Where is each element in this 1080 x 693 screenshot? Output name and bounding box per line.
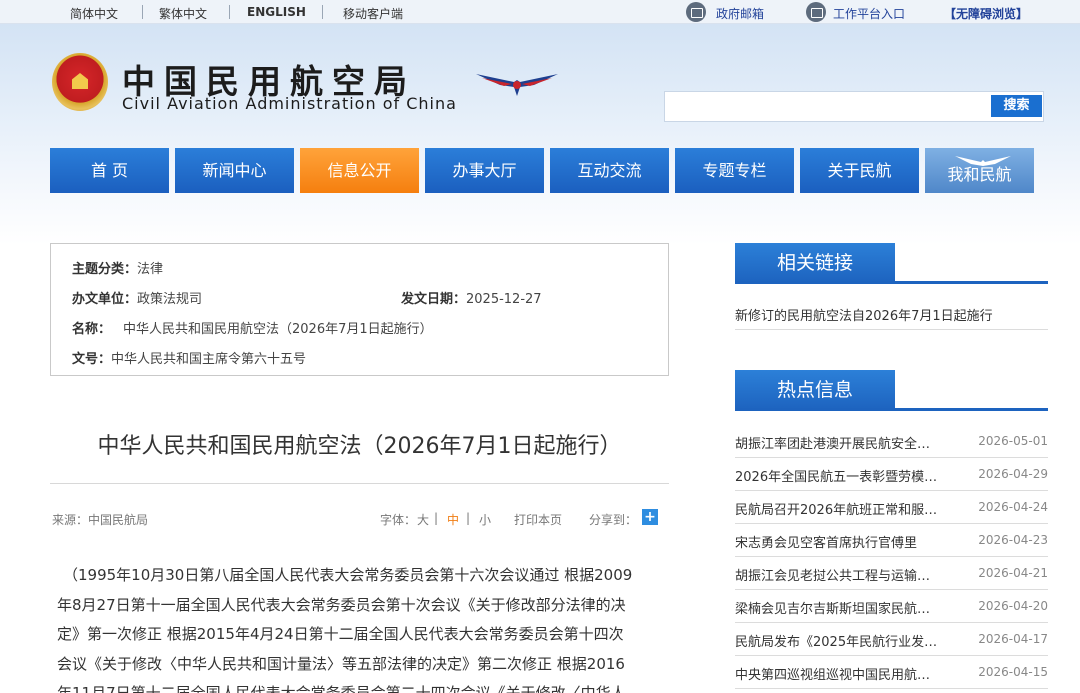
mail-icon[interactable] — [686, 2, 706, 22]
caac-wings-logo — [476, 74, 558, 96]
font-small-button[interactable]: 小 — [479, 511, 491, 528]
hot-info-title: 热点信息 — [735, 370, 895, 410]
lang-traditional[interactable]: 繁体中文 — [159, 5, 207, 22]
top-bar: 简体中文 繁体中文 ENGLISH 移动客户端 政府邮箱 工作平台入口 【无障碍… — [0, 0, 1080, 24]
article-title: 中华人民共和国民用航空法（2026年7月1日起施行） — [97, 434, 622, 459]
nav-info-disclosure[interactable]: 信息公开 — [300, 148, 419, 193]
nav-me-and-caac[interactable]: 我和民航 — [925, 148, 1034, 193]
name-row: 名称： 中华人民共和国民用航空法（2026年7月1日起施行） — [72, 322, 433, 337]
font-medium-button[interactable]: 中 — [447, 511, 459, 528]
hot-list-item[interactable]: 宋志勇会见空客首席执行官傅里 2026-04-23 — [735, 524, 1048, 557]
divider — [142, 5, 143, 19]
date-row: 发文日期：2025-12-27 — [401, 292, 542, 307]
wings-icon — [955, 156, 1011, 166]
lang-simplified[interactable]: 简体中文 — [70, 5, 118, 22]
work-platform-link[interactable]: 工作平台入口 — [833, 5, 905, 22]
hot-list-item[interactable]: 2026年全国民航五一表彰暨劳模… 2026-04-29 — [735, 458, 1048, 491]
docno-row: 文号：中华人民共和国主席令第六十五号 — [72, 352, 307, 367]
mobile-client-link[interactable]: 移动客户端 — [343, 5, 403, 22]
national-emblem-icon — [52, 53, 108, 111]
divider — [50, 483, 669, 484]
gov-mail-link[interactable]: 政府邮箱 — [716, 5, 764, 22]
nav-special-topics[interactable]: 专题专栏 — [675, 148, 794, 193]
hot-list-item[interactable]: 胡振江会见老挝公共工程与运输… 2026-04-21 — [735, 557, 1048, 590]
topic-row: 主题分类：法律 — [72, 262, 164, 277]
nav-home[interactable]: 首 页 — [50, 148, 169, 193]
body-line: 年11月7日第十二届全国人民代表大会常务委员会第二十四次会议《关于修改〈中华人 — [57, 684, 626, 693]
divider — [229, 5, 230, 19]
unit-row: 办文单位：政策法规司 — [72, 292, 203, 307]
share-plus-icon[interactable]: + — [642, 509, 658, 525]
divider — [735, 329, 1048, 330]
search-button[interactable]: 搜索 — [991, 95, 1042, 117]
hot-list-item[interactable]: 民航局召开2026年航班正常和服… 2026-04-24 — [735, 491, 1048, 524]
search-input[interactable] — [664, 91, 1044, 122]
site-name-en: Civil Aviation Administration of China — [122, 94, 457, 113]
related-link-item[interactable]: 新修订的民用航空法自2026年7月1日起施行 — [735, 305, 993, 324]
font-size-label: 字体： — [380, 513, 417, 527]
print-button[interactable]: 打印本页 — [514, 511, 562, 528]
nav-interaction[interactable]: 互动交流 — [550, 148, 669, 193]
document-info-box: 主题分类：法律 办文单位：政策法规司 发文日期：2025-12-27 名称： 中华… — [50, 243, 669, 376]
divider — [735, 281, 1048, 284]
nav-news[interactable]: 新闻中心 — [175, 148, 294, 193]
body-line: 年8月27日第十一届全国人民代表大会常务委员会第十次会议《关于修改部分法律的决 — [57, 595, 626, 614]
nav-service-hall[interactable]: 办事大厅 — [425, 148, 544, 193]
lang-english[interactable]: ENGLISH — [247, 5, 306, 19]
header-background — [0, 0, 1080, 245]
share-label: 分享到： — [589, 513, 638, 527]
body-line: 会议《关于修改〈中华人民共和国计量法〉等五部法律的决定》第二次修正 根据2016 — [57, 654, 625, 673]
related-links-title: 相关链接 — [735, 243, 895, 283]
divider — [322, 5, 323, 19]
divider — [735, 408, 1048, 411]
nav-about[interactable]: 关于民航 — [800, 148, 919, 193]
body-line: （1995年10月30日第八届全国人民代表大会常务委员会第十六次会议通过 根据2… — [63, 566, 633, 584]
article-body: （1995年10月30日第八届全国人民代表大会常务委员会第十六次会议通过 根据2… — [57, 561, 662, 693]
article-source: 来源：中国民航局 — [52, 513, 149, 527]
hot-list-item[interactable]: 胡振江率团赴港澳开展民航安全… 2026-05-01 — [735, 425, 1048, 458]
font-large-button[interactable]: 大 — [417, 511, 429, 528]
body-line: 定》第一次修正 根据2015年4月24日第十二届全国人民代表大会常务委员会第十四… — [57, 625, 624, 643]
hot-list-item[interactable]: 民航局发布《2025年民航行业发… 2026-04-17 — [735, 623, 1048, 656]
hot-list-item[interactable]: 中央第四巡视组巡视中国民用航… 2026-04-15 — [735, 656, 1048, 689]
hot-list-item[interactable]: 梁楠会见吉尔吉斯斯坦国家民航… 2026-04-20 — [735, 590, 1048, 623]
accessible-browse-link[interactable]: 【无障碍浏览】 — [944, 5, 1028, 22]
monitor-icon[interactable] — [806, 2, 826, 22]
